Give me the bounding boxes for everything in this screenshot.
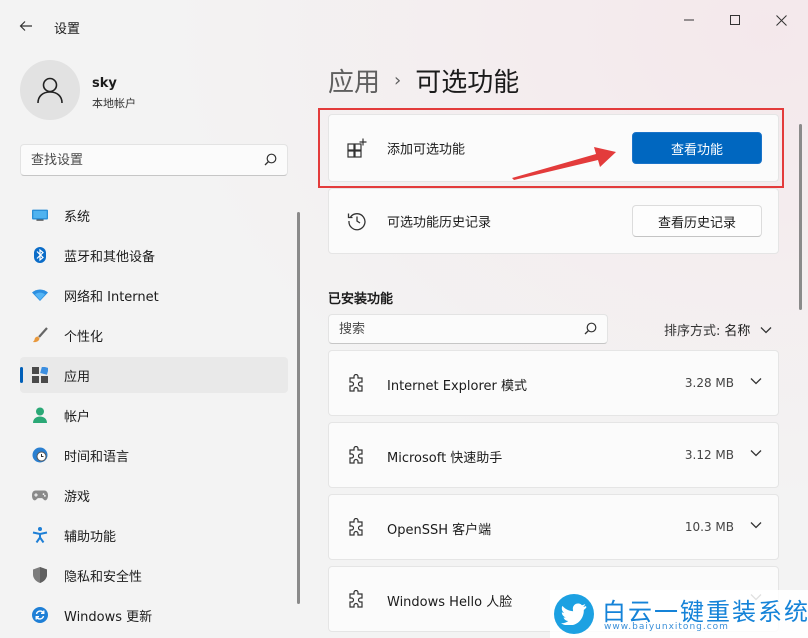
brush-icon [32,327,48,343]
feature-name: Windows Hello 人脸 [387,595,513,610]
watermark-url: www.baiyunxitong.com [604,622,729,632]
feature-row[interactable]: Microsoft 快速助手 3.12 MB [328,422,779,488]
puzzle-icon [349,518,363,536]
add-feature-label: 添加可选功能 [387,142,466,158]
chevron-down-icon[interactable] [750,449,762,457]
search-icon [264,153,277,166]
sidebar-item-label: Windows 更新 [64,609,153,625]
back-arrow-icon [19,21,32,31]
puzzle-icon [349,446,363,464]
view-features-button[interactable]: 查看功能 [632,132,762,164]
title-bar: 设置 [0,0,808,48]
installed-search-box [328,314,608,344]
breadcrumb-parent[interactable]: 应用 [328,62,380,99]
installed-search-input[interactable] [329,315,569,343]
feature-name: Microsoft 快速助手 [387,451,503,466]
back-button[interactable] [10,12,42,40]
sidebar-item-gaming[interactable]: 游戏 [20,477,288,513]
accessibility-icon [32,527,48,543]
breadcrumb-separator: › [394,69,402,91]
watermark: 白云一键重装系统 www.baiyunxitong.com [550,590,808,638]
feature-name: OpenSSH 客户端 [387,523,492,538]
app-title: 设置 [54,22,81,37]
sidebar-item-label: 系统 [64,209,91,225]
account-type: 本地帐户 [92,97,136,110]
gamepad-icon [32,487,48,503]
settings-search-input[interactable] [21,145,241,175]
maximize-button[interactable] [712,6,758,34]
settings-window: 设置 sky 本地帐户 系统 蓝牙和其他设备 [0,0,808,638]
feature-size: 3.12 MB [684,448,734,462]
sidebar-item-label: 个性化 [64,329,104,345]
view-history-button[interactable]: 查看历史记录 [632,205,762,237]
sidebar-item-label: 游戏 [64,489,91,505]
apps-icon [32,367,48,383]
add-feature-card: 添加可选功能 查看功能 [328,114,779,182]
sidebar-item-apps[interactable]: 应用 [20,357,288,393]
sort-value: 名称 [724,324,751,339]
sort-label: 排序方式: [664,324,721,339]
sidebar-scrollbar[interactable] [297,212,300,604]
sidebar-nav: 系统 蓝牙和其他设备 网络和 Internet 个性化 应用 帐户 时间和语言 … [20,197,288,637]
feature-size: 3.28 MB [684,376,734,390]
sidebar-item-label: 蓝牙和其他设备 [64,249,156,265]
sidebar-item-personalization[interactable]: 个性化 [20,317,288,353]
sidebar-item-label: 隐私和安全性 [64,569,143,585]
maximize-icon [730,15,740,25]
globe-clock-icon [32,447,48,463]
minimize-button[interactable] [666,6,712,34]
shield-icon [32,567,48,583]
add-feature-icon [347,138,367,158]
sort-dropdown[interactable]: 排序方式: 名称 [664,320,772,339]
feature-row[interactable]: Internet Explorer 模式 3.28 MB [328,350,779,416]
sidebar-item-time-language[interactable]: 时间和语言 [20,437,288,473]
bird-logo-icon [554,594,594,634]
sidebar-item-accessibility[interactable]: 辅助功能 [20,517,288,553]
chevron-down-icon[interactable] [750,521,762,529]
close-icon [775,14,787,26]
puzzle-icon [349,374,363,392]
feature-row[interactable]: OpenSSH 客户端 10.3 MB [328,494,779,560]
installed-features-title: 已安装功能 [328,292,394,307]
breadcrumb: 应用 › 可选功能 [328,60,519,100]
sidebar-item-label: 时间和语言 [64,449,130,465]
history-icon [347,211,367,231]
history-card: 可选功能历史记录 查看历史记录 [328,188,779,254]
update-icon [32,607,48,623]
sidebar-item-label: 帐户 [64,409,91,425]
user-icon [37,77,63,104]
account-icon [32,407,48,423]
sidebar-item-system[interactable]: 系统 [20,197,288,233]
sidebar-item-network[interactable]: 网络和 Internet [20,277,288,313]
feature-size: 10.3 MB [684,520,734,534]
puzzle-icon [349,590,363,608]
sidebar-item-privacy[interactable]: 隐私和安全性 [20,557,288,593]
minimize-icon [684,19,694,21]
sidebar-item-label: 应用 [64,369,91,385]
search-icon [584,322,597,335]
sidebar-item-bluetooth[interactable]: 蓝牙和其他设备 [20,237,288,273]
page-title: 可选功能 [415,67,520,98]
bluetooth-icon [32,247,48,263]
sidebar-item-windows-update[interactable]: Windows 更新 [20,597,288,633]
chevron-down-icon[interactable] [750,377,762,385]
user-name: sky [92,76,117,91]
close-button[interactable] [758,6,804,34]
chevron-down-icon [760,326,772,333]
feature-name: Internet Explorer 模式 [387,379,528,394]
wifi-icon [32,287,48,303]
sidebar-item-accounts[interactable]: 帐户 [20,397,288,433]
sidebar-item-label: 网络和 Internet [64,289,159,305]
sidebar-item-label: 辅助功能 [64,529,117,545]
avatar[interactable] [20,60,80,120]
settings-search-box [20,144,288,176]
main-scrollbar[interactable] [799,124,802,310]
system-icon [32,207,48,223]
history-label: 可选功能历史记录 [387,215,492,231]
